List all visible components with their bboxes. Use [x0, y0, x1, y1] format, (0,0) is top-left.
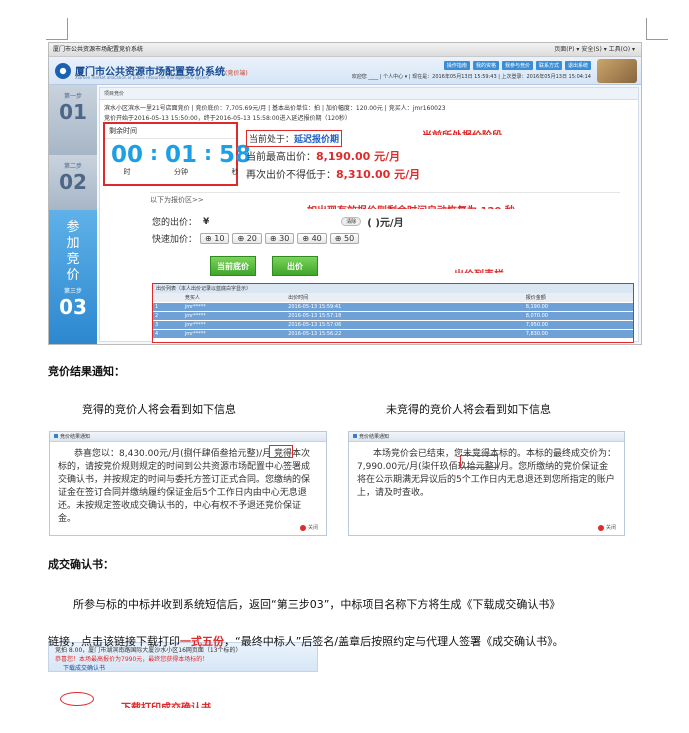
logout-button[interactable]: 退出系统 — [564, 61, 591, 70]
col-amount: 报价金额 — [523, 293, 633, 303]
your-bid-label: 您的出价： — [152, 218, 198, 228]
download-confirmation-link[interactable]: 下载成交确认书 — [49, 663, 317, 671]
loser-notice: 竞价结果通知 本场竞价会已结束，您未竞得本标的。本标的最终成交价为：7,990.… — [348, 431, 625, 536]
guide-button[interactable]: 操作指南 — [443, 61, 470, 70]
winner-close-button[interactable]: 关闭 — [299, 524, 318, 531]
bid-button[interactable]: 出价 — [272, 256, 318, 276]
countdown-minutes: 01 — [165, 142, 198, 168]
close-icon — [597, 524, 604, 531]
app-header: 厦门市公共资源市场配置竞价系统(竞价端) Xiamen market alloc… — [49, 57, 641, 85]
winner-notice-title: 竞价结果通知 — [50, 432, 326, 442]
logo-icon — [55, 62, 71, 79]
quick-raise-50[interactable]: ⊕ 50 — [329, 233, 360, 244]
bid-list: 出价列表（本人出价记录以蓝底白字显示） 竞买人 出价时间 报价金额 1 jmr**… — [152, 283, 634, 343]
clear-button[interactable]: 清除 — [341, 217, 362, 226]
annotation-download: 下载打印成交确认书 — [121, 699, 211, 708]
table-row: 2 jmr***** 2016-05-13 15:57:18 8,070.00 — [153, 311, 633, 321]
annotation-delay: 如出现有效报价则剩余时间自动恢复为 120 秒 — [307, 202, 515, 209]
quick-raise-40[interactable]: ⊕ 40 — [297, 233, 327, 244]
minimum-next-bid: 再次出价不得低于：8,310.00 元/月 — [246, 168, 421, 181]
header-buttons: 操作指南 我的资格 我参与竞价 联系方式 退出系统 — [443, 61, 591, 70]
col-time: 出价时间 — [286, 293, 524, 303]
app-subtitle: Xiamen market allocation of public resou… — [75, 75, 210, 80]
quick-raise-30[interactable]: ⊕ 30 — [264, 233, 295, 244]
quick-raise-10[interactable]: ⊕ 10 — [200, 233, 230, 244]
confirm-heading: 成交确认书： — [48, 558, 114, 571]
loser-notice-body: 本场竞价会已结束，您未竞得本标的。本标的最终成交价为：7,990.00元/月(柒… — [357, 449, 617, 498]
table-row: 3 jmr***** 2016-05-13 15:57:06 7,950.00 — [153, 320, 633, 330]
bid-table: 竞买人 出价时间 报价金额 1 jmr***** 2016-05-13 15:59:… — [153, 293, 633, 338]
confirm-paragraph-1: 所参与标的中标并收到系统短信后，返回“第三步03”，中标项目名称下方将生成《下载… — [73, 598, 561, 611]
yen-symbol: ¥ — [203, 216, 210, 227]
page-corner-mark — [646, 18, 668, 40]
five-copies: 一式五份 — [180, 635, 224, 648]
col-bidder: 竞买人 — [182, 293, 287, 303]
your-bid-row: 您的出价： ¥ 清除 ( )元/月 — [152, 214, 404, 230]
step-sidebar: 第一步 01 第二步 02 参 加 竞 价 第三步 03 — [49, 85, 97, 344]
app-title-tag: (竞价端) — [225, 70, 248, 77]
gavel-icon — [597, 59, 637, 83]
loser-caption: 未竞得的竞价人将会看到如下信息 — [386, 403, 551, 416]
table-row: 1 jmr***** 2016-05-13 15:59:41 8,190.00 — [153, 302, 633, 312]
browser-tab-title[interactable]: 厦门市公共资源市场配置竞价系统 — [53, 43, 143, 56]
highest-bid: 当前最高出价：8,190.00 元/月 — [246, 150, 401, 163]
countdown-hours: 00 — [111, 142, 144, 168]
browser-tools[interactable]: 页面(P) ▾ 安全(S) ▾ 工具(O) ▾ — [554, 43, 641, 56]
bid-list-title: 出价列表（本人出价记录以蓝底白字显示） — [153, 284, 633, 293]
highlight-won — [269, 445, 293, 458]
result-heading: 竞价结果通知： — [48, 365, 125, 378]
quick-raise-row: 快速加价： ⊕ 10 ⊕ 20 ⊕ 30 ⊕ 40 ⊕ 50 — [152, 232, 360, 245]
close-icon — [299, 524, 306, 531]
confirm-paragraph-2: 链接，点击该链接下载打印一式五份，“最终中标人”后签名/盖章后按照约定与代理人签… — [48, 635, 564, 648]
page-corner-mark — [46, 18, 68, 40]
loser-close-button[interactable]: 关闭 — [597, 524, 616, 531]
current-price-button[interactable]: 当前底价 — [210, 256, 256, 276]
phase-status: 当前处于：延迟报价期 — [246, 130, 343, 147]
col-index — [153, 293, 183, 303]
annotation-list: 出价列表栏 — [454, 266, 504, 273]
step-3-vertical-text: 参 加 竞 价 — [66, 220, 80, 283]
loser-notice-title: 竞价结果通知 — [349, 432, 624, 442]
step-3[interactable]: 参 加 竞 价 第三步 03 — [49, 210, 97, 344]
contact-button[interactable]: 联系方式 — [535, 61, 562, 70]
my-bids-button[interactable]: 我参与竞价 — [501, 61, 533, 70]
highlight-not-won — [460, 455, 498, 468]
qualification-button[interactable]: 我的资格 — [472, 61, 499, 70]
win-line: 恭喜您！本场最高报价为7990元，最终您获得本场标的！ — [55, 656, 209, 663]
header-info: 欢迎您 ____ | 个人中心 ▾ | 现在是：2016年05月13日 15:5… — [351, 74, 591, 80]
countdown-timer: 剩余时间 00 时 : 01 分钟 : 58 秒 — [103, 122, 251, 186]
tab-auction[interactable]: 项目竞价 — [100, 88, 638, 100]
quick-raise-20[interactable]: ⊕ 20 — [232, 233, 262, 244]
auction-screenshot: 厦门市公共资源市场配置竞价系统 页面(P) ▾ 安全(S) ▾ 工具(O) ▾ … — [48, 42, 642, 345]
bid-unit: ( )元/月 — [367, 218, 404, 229]
annotation-phase: 当前所处报价阶段 — [422, 127, 502, 135]
auction-info: 滨水小区滨水一里21号店面竞价 | 竞价底价：7,705.69元/月 | 基本出… — [104, 105, 446, 112]
auction-panel: 项目竞价 滨水小区滨水一里21号店面竞价 | 竞价底价：7,705.69元/月 … — [99, 87, 639, 343]
browser-bar: 厦门市公共资源市场配置竞价系统 页面(P) ▾ 安全(S) ▾ 工具(O) ▾ — [49, 43, 641, 57]
step-1[interactable]: 第一步 01 — [49, 85, 97, 155]
countdown-title: 剩余时间 — [105, 124, 236, 139]
quick-raise-label: 快速加价： — [152, 235, 198, 245]
winner-caption: 竞得的竞价人将会看到如下信息 — [82, 403, 236, 416]
table-row: 4 jmr***** 2016-05-13 15:56:22 7,830.00 — [153, 329, 633, 338]
step-2[interactable]: 第二步 02 — [49, 155, 97, 210]
highlight-download-link — [60, 692, 94, 706]
